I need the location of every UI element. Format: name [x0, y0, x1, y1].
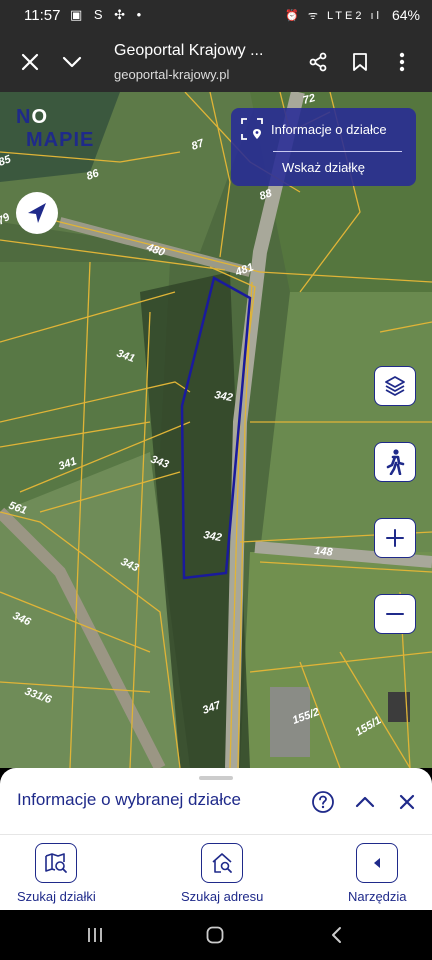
close-icon[interactable] — [12, 44, 48, 80]
tab-label: Narzędzia — [348, 889, 407, 904]
layers-icon[interactable] — [374, 366, 416, 406]
parcel-info-panel: Informacje o działce Wskaż działkę — [231, 108, 416, 186]
page-title: Geoportal Krajowy ... — [114, 42, 264, 59]
parcel-info-sheet: Informacje o wybranej działce — [0, 768, 432, 834]
more-vertical-icon[interactable] — [384, 44, 420, 80]
aerial-map[interactable]: 72 87 86 85 88 79 480 481 341 342 343 34… — [0, 92, 432, 768]
status-time: 11:57 — [24, 7, 61, 24]
browser-toolbar: Geoportal Krajowy ... geoportal-krajowy.… — [0, 32, 432, 92]
signal-icons: ⏰ ᯤ LTE2 ıl — [285, 10, 382, 22]
chevron-down-icon[interactable] — [54, 44, 90, 80]
tab-tools[interactable]: Narzędzia — [348, 843, 407, 904]
show-parcel-button[interactable]: Wskaż działkę — [231, 160, 416, 175]
home-search-icon — [201, 843, 244, 883]
compass-icon[interactable] — [16, 192, 58, 234]
recent-apps-icon[interactable] — [77, 917, 113, 953]
notification-icons: ▣ S ✣ • — [70, 7, 146, 22]
pedestrian-icon[interactable] — [374, 442, 416, 482]
zoom-in-icon[interactable] — [374, 518, 416, 558]
parcel-info-button[interactable]: Informacje o działce — [241, 118, 387, 140]
page-url[interactable]: geoportal-krajowy.pl — [114, 67, 229, 82]
tab-label: Szukaj działki — [17, 889, 96, 904]
tab-search-parcel[interactable]: Szukaj działki — [17, 843, 96, 904]
battery-level: 64% — [391, 7, 420, 23]
system-nav-bar — [0, 910, 432, 960]
triangle-left-icon — [356, 843, 399, 883]
parcel-label: 148 — [314, 545, 334, 559]
share-icon[interactable] — [300, 44, 336, 80]
home-icon[interactable] — [197, 917, 233, 953]
bottom-tab-bar: Szukaj działki Szukaj adresu Narzędzia — [0, 834, 432, 910]
app-logo: NO MAPIE — [16, 106, 95, 151]
back-icon[interactable] — [318, 917, 354, 953]
divider — [273, 151, 402, 152]
parcel-info-label: Informacje o działce — [271, 121, 387, 137]
map-search-icon — [35, 843, 78, 883]
tab-label: Szukaj adresu — [181, 889, 264, 904]
chevron-up-icon[interactable] — [347, 784, 383, 820]
close-icon[interactable] — [389, 784, 425, 820]
help-icon[interactable] — [305, 784, 341, 820]
parcel-select-icon — [241, 118, 263, 140]
sheet-title: Informacje o wybranej działce — [17, 790, 241, 809]
drag-handle[interactable] — [199, 776, 233, 780]
bookmark-icon[interactable] — [342, 44, 378, 80]
status-bar: 11:57 ▣ S ✣ • ⏰ ᯤ LTE2 ıl 64% — [0, 0, 432, 32]
zoom-out-icon[interactable] — [374, 594, 416, 634]
map-view[interactable]: 72 87 86 85 88 79 480 481 341 342 343 34… — [0, 92, 432, 768]
tab-search-address[interactable]: Szukaj adresu — [181, 843, 263, 904]
